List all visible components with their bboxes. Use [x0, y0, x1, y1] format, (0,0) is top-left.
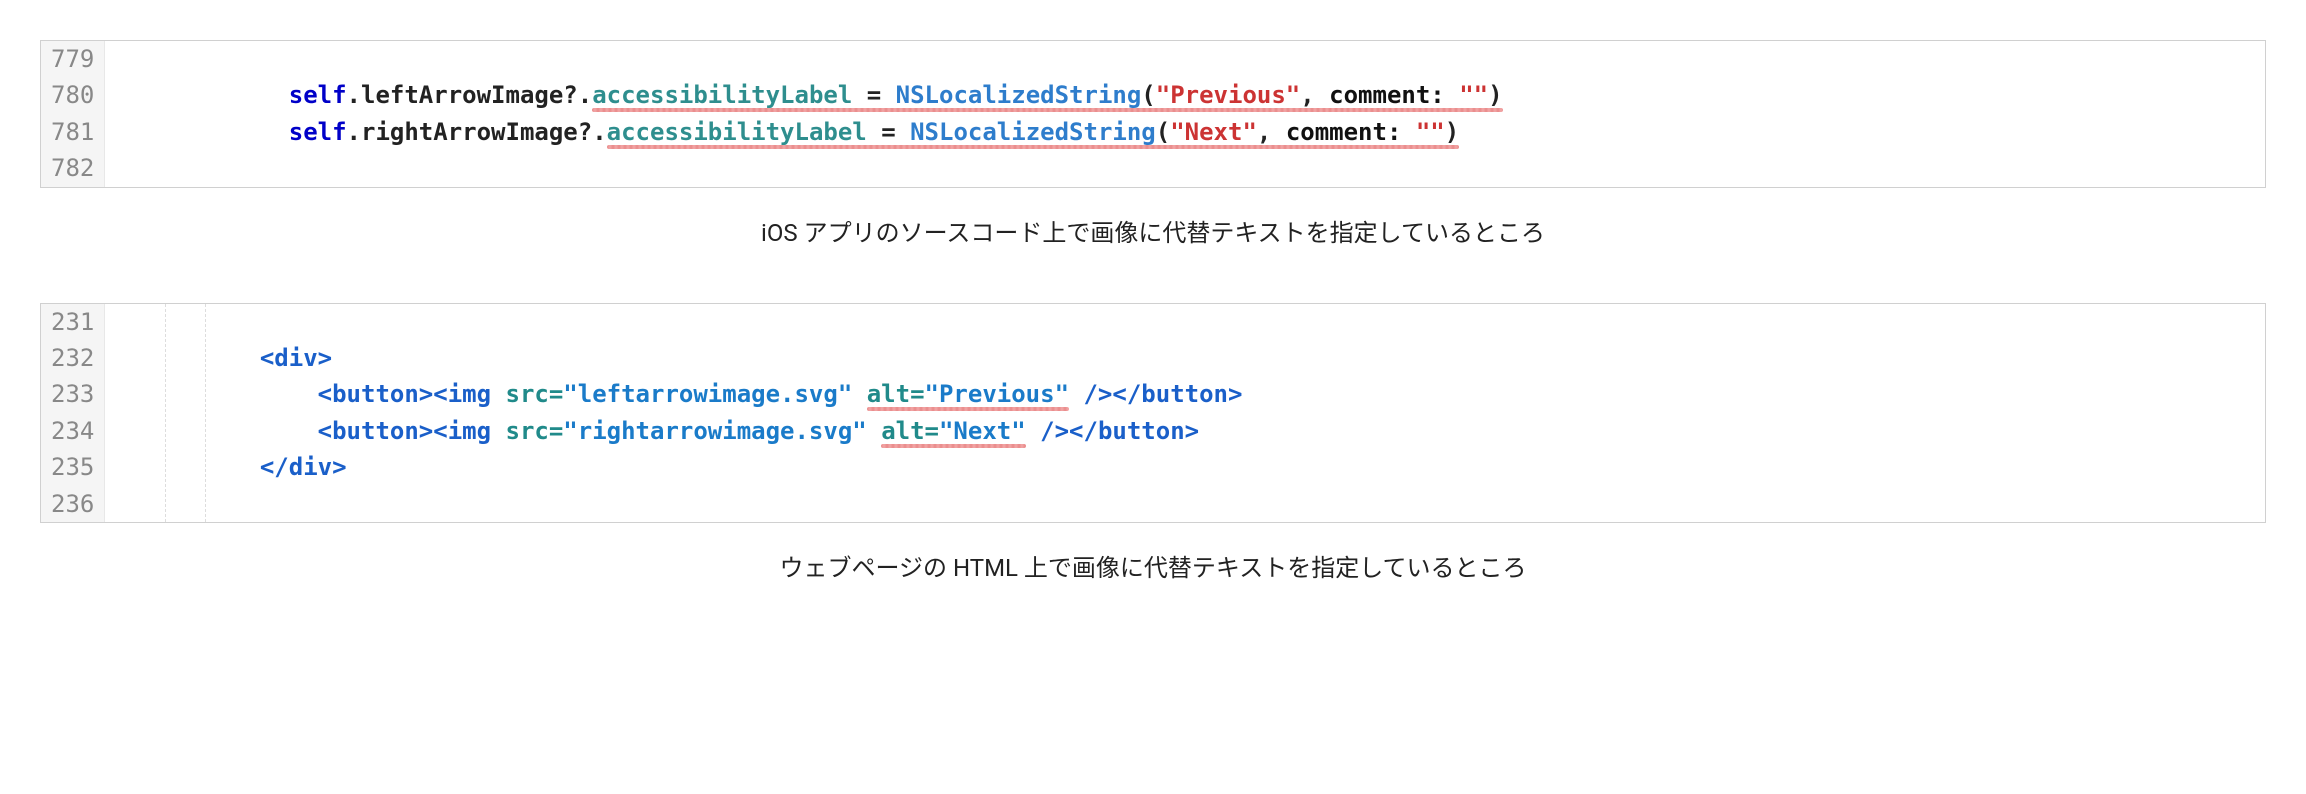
html-tag-img-open: <img — [433, 380, 491, 408]
html-tag-img-close: /> — [1083, 380, 1112, 408]
html-attr-alt: alt= — [867, 380, 925, 408]
string-literal: "Previous" — [1156, 81, 1301, 109]
line-number: 781 — [41, 114, 104, 150]
code-line — [105, 150, 2265, 186]
html-tag-button-open: <button> — [318, 417, 434, 445]
string-literal: "" — [1459, 81, 1488, 109]
html-tag-div-open: <div> — [260, 344, 332, 372]
nslocalizedstring-function: NSLocalizedString — [910, 118, 1156, 146]
code-block-ios: 779 780 781 782 self.leftArrowImage?.acc… — [40, 40, 2266, 188]
code-block-html: 231 232 233 234 235 236 <div> <button><i… — [40, 303, 2266, 523]
code-line: <div> — [105, 340, 2265, 376]
caption-html: ウェブページの HTML 上で画像に代替テキストを指定しているところ — [20, 548, 2286, 583]
code-line: <button><img src="leftarrowimage.svg" al… — [105, 376, 2265, 412]
line-number: 780 — [41, 77, 104, 113]
line-number: 782 — [41, 150, 104, 186]
line-number: 779 — [41, 41, 104, 77]
line-number-gutter: 231 232 233 234 235 236 — [41, 304, 105, 522]
html-attr-src: src= — [506, 380, 564, 408]
code-area[interactable]: <div> <button><img src="leftarrowimage.s… — [105, 304, 2265, 522]
keyword-self: self — [289, 81, 347, 109]
code-line: self.rightArrowImage?.accessibilityLabel… — [105, 114, 2265, 150]
html-attr-src: src= — [506, 417, 564, 445]
property: rightArrowImage — [361, 118, 578, 146]
caption-ios: iOS アプリのソースコード上で画像に代替テキストを指定しているところ — [20, 213, 2286, 248]
string-literal: "Next" — [1170, 118, 1257, 146]
argument-label: comment: — [1329, 81, 1445, 109]
html-tag-img-close: /> — [1040, 417, 1069, 445]
code-line — [105, 486, 2265, 522]
line-number: 233 — [41, 376, 104, 412]
line-number-gutter: 779 780 781 782 — [41, 41, 105, 187]
property: leftArrowImage — [361, 81, 563, 109]
html-attr-value: "Next" — [939, 417, 1026, 445]
code-line: <button><img src="rightarrowimage.svg" a… — [105, 413, 2265, 449]
html-tag-div-close: </div> — [260, 453, 347, 481]
line-number: 232 — [41, 340, 104, 376]
html-attr-value: "rightarrowimage.svg" — [563, 417, 866, 445]
code-line: </div> — [105, 449, 2265, 485]
string-literal: "" — [1416, 118, 1445, 146]
html-attr-alt: alt= — [881, 417, 939, 445]
line-number: 235 — [41, 449, 104, 485]
code-line — [105, 41, 2265, 77]
line-number: 231 — [41, 304, 104, 340]
html-tag-button-open: <button> — [318, 380, 434, 408]
html-attr-value: "leftarrowimage.svg" — [563, 380, 852, 408]
line-number: 236 — [41, 486, 104, 522]
accessibility-label-property: accessibilityLabel — [607, 118, 867, 146]
keyword-self: self — [289, 118, 347, 146]
code-line — [105, 304, 2265, 340]
html-attr-value: "Previous" — [925, 380, 1070, 408]
line-number: 234 — [41, 413, 104, 449]
html-tag-button-close: </button> — [1112, 380, 1242, 408]
argument-label: comment: — [1286, 118, 1402, 146]
code-line: self.leftArrowImage?.accessibilityLabel … — [105, 77, 2265, 113]
accessibility-label-property: accessibilityLabel — [592, 81, 852, 109]
nslocalizedstring-function: NSLocalizedString — [896, 81, 1142, 109]
html-tag-button-close: </button> — [1069, 417, 1199, 445]
html-tag-img-open: <img — [433, 417, 491, 445]
code-area[interactable]: self.leftArrowImage?.accessibilityLabel … — [105, 41, 2265, 187]
